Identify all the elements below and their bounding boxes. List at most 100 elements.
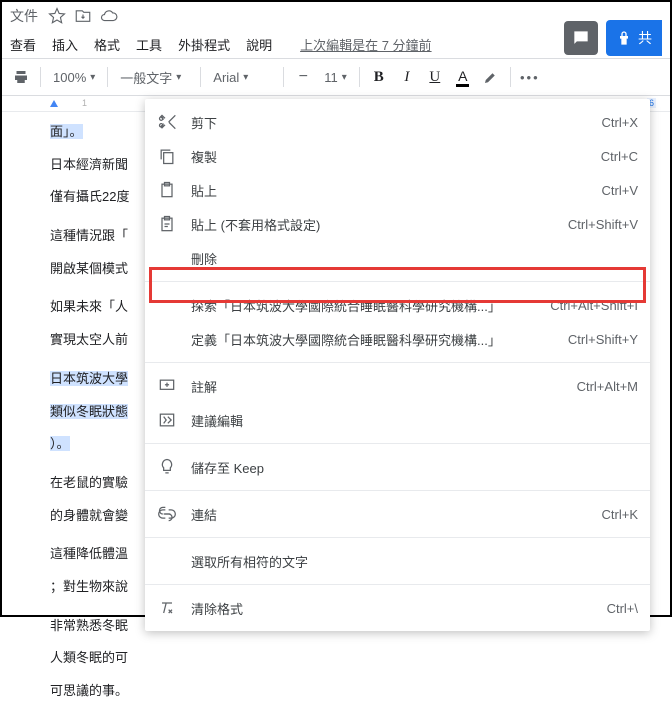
ctx-define[interactable]: 定義「日本筑波大學國際統合睡眠醫科學研究機構...」 Ctrl+Shift+Y <box>145 322 650 356</box>
ctx-label: 建議編輯 <box>191 411 638 430</box>
ctx-separator <box>145 584 650 585</box>
doc-line: 人類冬眠的可 <box>50 646 150 671</box>
top-right-actions: 共 <box>564 20 662 56</box>
more-button[interactable]: ••• <box>517 64 543 90</box>
selected-text: ）。 <box>50 436 70 451</box>
ctx-label: 剪下 <box>191 113 590 132</box>
ctx-select-matching[interactable]: 選取所有相符的文字 <box>145 544 650 578</box>
paste-icon <box>157 180 177 200</box>
last-edit[interactable]: 上次編輯是在 7 分鐘前 <box>300 35 431 54</box>
keep-icon <box>157 457 177 477</box>
menu-help[interactable]: 說明 <box>246 35 272 54</box>
selected-text: 日本筑波大學 <box>50 371 128 386</box>
toolbar-separator <box>283 67 284 87</box>
style-select[interactable]: 一般文字▾ <box>114 64 194 90</box>
ctx-suggest[interactable]: 建議編輯 <box>145 403 650 437</box>
menu-insert[interactable]: 插入 <box>52 35 78 54</box>
copy-icon <box>157 146 177 166</box>
blank-icon <box>157 329 177 349</box>
ruler-mark: 1 <box>82 98 87 108</box>
link-icon <box>157 504 177 524</box>
toolbar-separator <box>40 67 41 87</box>
font-size-minus[interactable]: − <box>290 64 316 90</box>
doc-line: 僅有攝氏22度 <box>50 185 150 210</box>
doc-line: 實現太空人前 <box>50 328 150 353</box>
ctx-shortcut: Ctrl+C <box>601 149 638 164</box>
ctx-clear-format[interactable]: 清除格式 Ctrl+\ <box>145 591 650 625</box>
ctx-delete[interactable]: 刪除 <box>145 241 650 275</box>
ctx-paste[interactable]: 貼上 Ctrl+V <box>145 173 650 207</box>
doc-line: ；對生物來說 <box>50 575 150 600</box>
menu-tools[interactable]: 工具 <box>136 35 162 54</box>
doc-line: 的身體就會變 <box>50 504 150 529</box>
move-icon[interactable] <box>74 7 92 25</box>
ctx-label: 貼上 (不套用格式設定) <box>191 215 556 234</box>
italic-button[interactable]: I <box>394 64 420 90</box>
ctx-shortcut: Ctrl+V <box>602 183 638 198</box>
share-label: 共 <box>638 28 652 48</box>
doc-line: 非常熟悉冬眠 <box>50 614 150 639</box>
star-icon[interactable] <box>48 7 66 25</box>
ctx-paste-no-format[interactable]: 貼上 (不套用格式設定) Ctrl+Shift+V <box>145 207 650 241</box>
font-size[interactable]: 11▾ <box>318 64 353 90</box>
ctx-shortcut: Ctrl+X <box>602 115 638 130</box>
ctx-shortcut: Ctrl+Shift+V <box>568 217 638 232</box>
menu-view[interactable]: 查看 <box>10 35 36 54</box>
caret-icon: ▾ <box>243 72 248 83</box>
ctx-shortcut: Ctrl+Alt+Shift+I <box>550 298 638 313</box>
menu-format[interactable]: 格式 <box>94 35 120 54</box>
indent-marker-icon[interactable] <box>50 100 58 107</box>
doc-line: 這種情況跟「 <box>50 224 150 249</box>
caret-icon: ▾ <box>342 72 347 83</box>
ctx-keep[interactable]: 儲存至 Keep <box>145 450 650 484</box>
blank-icon <box>157 248 177 268</box>
doc-line: 開啟某個模式 <box>50 257 150 282</box>
ctx-label: 探索「日本筑波大學國際統合睡眠醫科學研究機構...」 <box>191 296 538 315</box>
doc-line: 可思議的事。 <box>50 679 150 704</box>
selected-text: 面」。 <box>50 124 83 139</box>
ctx-label: 註解 <box>191 377 565 396</box>
selected-text: 類似冬眠狀態 <box>50 404 128 419</box>
zoom-select[interactable]: 100%▾ <box>47 64 101 90</box>
ctx-separator <box>145 281 650 282</box>
blank-icon <box>157 295 177 315</box>
cloud-icon[interactable] <box>100 7 118 25</box>
menu-addons[interactable]: 外掛程式 <box>178 35 230 54</box>
ctx-label: 複製 <box>191 147 589 166</box>
clear-format-icon <box>157 598 177 618</box>
ctx-label: 儲存至 Keep <box>191 458 638 477</box>
caret-icon: ▾ <box>90 72 95 83</box>
underline-button[interactable]: U <box>422 64 448 90</box>
comment-icon <box>157 376 177 396</box>
text-color-button[interactable]: A <box>450 64 476 90</box>
ctx-copy[interactable]: 複製 Ctrl+C <box>145 139 650 173</box>
toolbar-separator <box>510 67 511 87</box>
highlight-button[interactable] <box>478 64 504 90</box>
ctx-label: 連結 <box>191 505 590 524</box>
doc-line: 如果未來「人 <box>50 295 150 320</box>
comments-button[interactable] <box>564 21 598 55</box>
toolbar-separator <box>107 67 108 87</box>
doc-title[interactable]: 文件 <box>10 6 38 26</box>
ctx-shortcut: Ctrl+Shift+Y <box>568 332 638 347</box>
ctx-label: 定義「日本筑波大學國際統合睡眠醫科學研究機構...」 <box>191 330 556 349</box>
toolbar-separator <box>359 67 360 87</box>
ctx-shortcut: Ctrl+\ <box>607 601 638 616</box>
print-button[interactable] <box>8 64 34 90</box>
ctx-comment[interactable]: 註解 Ctrl+Alt+M <box>145 369 650 403</box>
bold-button[interactable]: B <box>366 64 392 90</box>
ctx-link[interactable]: 連結 Ctrl+K <box>145 497 650 531</box>
context-menu: 剪下 Ctrl+X 複製 Ctrl+C 貼上 Ctrl+V 貼上 (不套用格式設… <box>145 99 650 631</box>
ctx-shortcut: Ctrl+Alt+M <box>577 379 638 394</box>
doc-line: 在老鼠的實驗 <box>50 471 150 496</box>
share-button[interactable]: 共 <box>606 20 662 56</box>
font-select[interactable]: Arial▾ <box>207 64 277 90</box>
toolbar: 100%▾ 一般文字▾ Arial▾ − 11▾ B I U A ••• <box>2 58 670 96</box>
ctx-cut[interactable]: 剪下 Ctrl+X <box>145 105 650 139</box>
ctx-label: 刪除 <box>191 249 638 268</box>
blank-icon <box>157 551 177 571</box>
ctx-separator <box>145 362 650 363</box>
ctx-separator <box>145 443 650 444</box>
ctx-explore[interactable]: 探索「日本筑波大學國際統合睡眠醫科學研究機構...」 Ctrl+Alt+Shif… <box>145 288 650 322</box>
ctx-label: 貼上 <box>191 181 590 200</box>
